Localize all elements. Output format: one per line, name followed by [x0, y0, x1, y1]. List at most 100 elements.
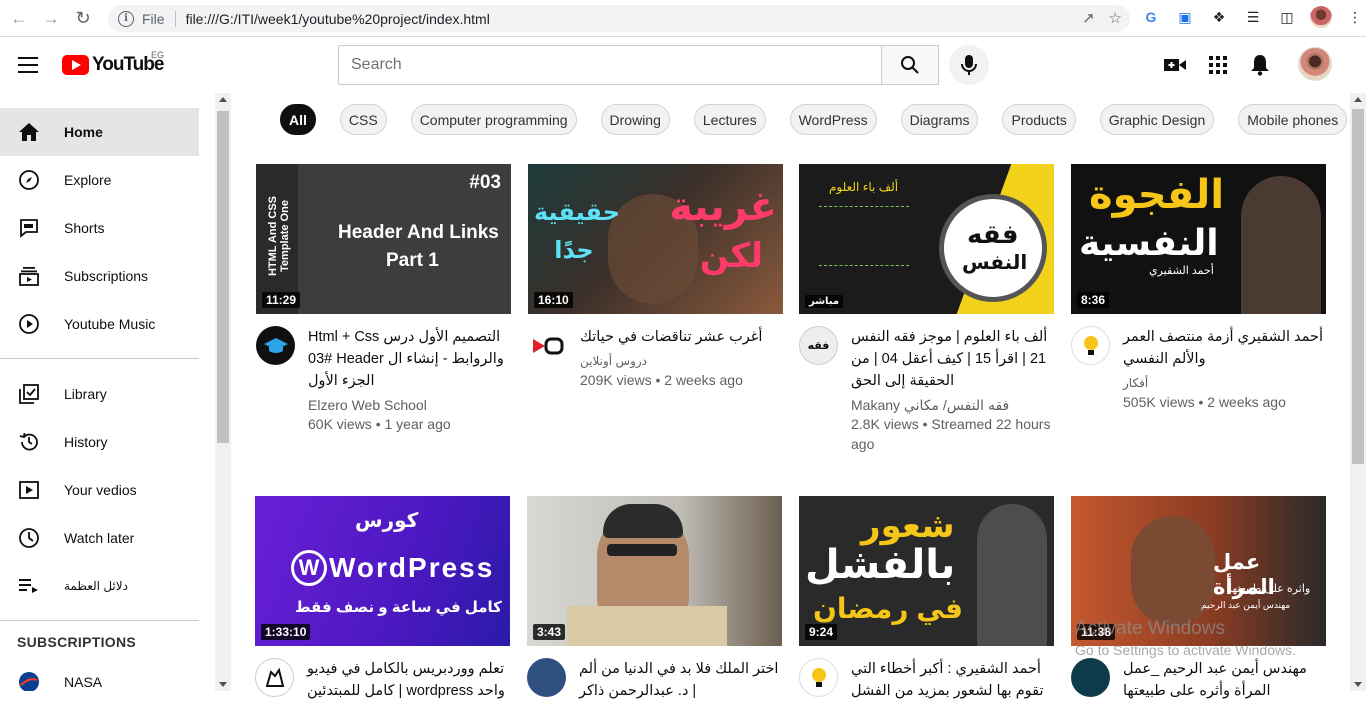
chip-products[interactable]: Products [1002, 104, 1076, 135]
chip-mobile-phones[interactable]: Mobile phones [1238, 104, 1348, 135]
video-card[interactable]: HTML And CSS Template One #03 Header And… [256, 164, 511, 434]
thumbnail-tagline: كامل في ساعة و نصف فقط [295, 599, 502, 616]
search-field[interactable] [338, 45, 882, 85]
filter-chips-bar: All CSS Computer programming Drowing Lec… [280, 104, 1361, 135]
sidebar-item-history[interactable]: History [0, 418, 199, 466]
address-bar[interactable]: i File file:///G:/ITI/week1/youtube%20pr… [108, 5, 1130, 32]
video-title[interactable]: Html + Css التصميم الأول درس #03 Header … [308, 326, 513, 392]
video-card[interactable]: الفجوة النفسية أحمد الشقيري 8:36 أحمد ال… [1071, 164, 1326, 412]
scroll-down-arrow-icon[interactable] [1354, 682, 1362, 687]
video-thumbnail[interactable]: HTML And CSS Template One #03 Header And… [256, 164, 511, 314]
browser-menu-icon[interactable]: ⋮ [1344, 6, 1366, 28]
channel-avatar[interactable] [1071, 658, 1110, 697]
video-title[interactable]: أحمد الشقيري أزمة منتصف العمر والألم الن… [1123, 326, 1328, 370]
sidebar-item-watch-later[interactable]: Watch later [0, 514, 199, 562]
youtube-logo[interactable]: YouTube EG [62, 50, 164, 76]
video-thumbnail[interactable]: 3:43 [527, 496, 782, 646]
chip-lectures[interactable]: Lectures [693, 104, 766, 135]
wordpress-logo-icon: W [291, 550, 327, 586]
scroll-up-arrow-icon[interactable] [219, 97, 227, 102]
subscriptions-heading: SUBSCRIPTIONS [17, 634, 137, 650]
video-card[interactable]: شعور بالفشل في رمضان 9:24 أحمد الشقيري :… [799, 496, 1054, 702]
sidebar-item-explore[interactable]: Explore [0, 156, 199, 204]
user-avatar[interactable] [1298, 47, 1332, 81]
video-thumbnail[interactable]: فقه النفس ألف باء العلوم مباشر [799, 164, 1054, 314]
sidebar-item-subscriptions[interactable]: Subscriptions [0, 252, 199, 300]
video-thumbnail[interactable]: الفجوة النفسية أحمد الشقيري 8:36 [1071, 164, 1326, 314]
video-stats: 2.8K views • Streamed 22 hours ago [851, 416, 1051, 452]
history-icon [18, 431, 40, 453]
home-icon [18, 121, 40, 143]
video-title[interactable]: أحمد الشقيري : أكبر أخطاء التي تقوم بها … [851, 658, 1056, 702]
youtube-play-icon [62, 55, 89, 75]
video-title[interactable]: أغرب عشر تناقضات في حياتك [580, 326, 785, 348]
channel-name[interactable]: Elzero Web School [308, 396, 513, 414]
sidebar-item-playlist[interactable]: دلائل العظمة [0, 562, 199, 610]
video-card[interactable]: 3:43 اختر الملك فلا بد في الدنيا من ألم … [527, 496, 782, 702]
channel-avatar[interactable] [256, 326, 295, 365]
video-card[interactable]: غريبة لكن حقيقية جدًا 16:10 أغرب عشر تنا… [528, 164, 783, 390]
sidebar-scrollbar-thumb[interactable] [217, 111, 229, 443]
bookmark-star-icon[interactable]: ☆ [1109, 9, 1122, 27]
channel-name[interactable]: Makany فقه النفس/ مكاني [851, 396, 1056, 414]
chip-drowing[interactable]: Drowing [600, 104, 670, 135]
video-thumbnail[interactable]: كورس W WordPress كامل في ساعة و نصف فقط … [255, 496, 510, 646]
scroll-down-arrow-icon[interactable] [219, 682, 227, 687]
main-scrollbar-thumb[interactable] [1352, 109, 1364, 464]
sidebar-item-label: Subscriptions [64, 268, 149, 284]
notifications-bell-icon[interactable] [1250, 54, 1270, 76]
hamburger-menu-icon[interactable] [18, 57, 38, 73]
info-icon[interactable]: i [118, 10, 134, 27]
channel-name[interactable]: دروس أونلاين [580, 352, 785, 370]
video-card[interactable]: فقه النفس ألف باء العلوم مباشر فقه ألف ب… [799, 164, 1054, 454]
forward-arrow-icon[interactable]: → [38, 5, 64, 31]
video-duration: 1:33:10 [261, 624, 311, 640]
back-arrow-icon[interactable]: ← [6, 5, 32, 31]
search-input[interactable] [351, 56, 882, 74]
chip-diagrams[interactable]: Diagrams [900, 104, 979, 135]
search-button[interactable] [881, 45, 939, 85]
side-panel-icon[interactable]: ◫ [1276, 6, 1298, 28]
microphone-icon [961, 55, 977, 75]
reload-icon[interactable]: ↻ [70, 5, 96, 31]
channel-avatar[interactable] [528, 326, 567, 365]
apps-grid-icon[interactable] [1209, 56, 1227, 74]
video-title[interactable]: اختر الملك فلا بد في الدنيا من ألم | د. … [579, 658, 784, 702]
voice-search-button[interactable] [949, 45, 989, 85]
sidebar-item-shorts[interactable]: Shorts [0, 204, 199, 252]
chip-css[interactable]: CSS [339, 104, 387, 135]
translate-extension-icon[interactable]: G [1140, 6, 1162, 28]
sidebar-item-home[interactable]: Home [0, 108, 199, 156]
media-queue-icon[interactable]: ☰ [1242, 6, 1264, 28]
extensions-puzzle-icon[interactable]: ❖ [1208, 6, 1230, 28]
channel-avatar[interactable] [1071, 326, 1110, 365]
create-video-icon[interactable] [1164, 57, 1186, 73]
main-scrollbar[interactable] [1350, 93, 1366, 691]
channel-avatar[interactable] [255, 658, 294, 697]
chip-wordpress[interactable]: WordPress [789, 104, 877, 135]
browser-profile-avatar[interactable] [1310, 6, 1332, 28]
subscription-nasa[interactable]: NASA [0, 658, 199, 691]
video-card[interactable]: عمل المرأة واثره على طبيعتها مهندس أيمن … [1071, 496, 1326, 702]
video-thumbnail[interactable]: شعور بالفشل في رمضان 9:24 [799, 496, 1054, 646]
chip-all[interactable]: All [280, 104, 316, 135]
channel-avatar[interactable]: فقه [799, 326, 838, 365]
video-thumbnail[interactable]: غريبة لكن حقيقية جدًا 16:10 [528, 164, 783, 314]
sidebar-item-youtube-music[interactable]: Youtube Music [0, 300, 199, 348]
url-text[interactable]: file:///G:/ITI/week1/youtube%20project/i… [186, 11, 490, 27]
scroll-up-arrow-icon[interactable] [1354, 97, 1362, 102]
cast-extension-icon[interactable]: ▣ [1174, 6, 1196, 28]
video-title[interactable]: ألف باء العلوم | موجز فقه النفس 21 | اقر… [851, 326, 1056, 392]
sidebar-scrollbar[interactable] [215, 93, 231, 691]
channel-name[interactable]: أفكار [1123, 374, 1328, 392]
chip-computer-programming[interactable]: Computer programming [410, 104, 577, 135]
chip-graphic-design[interactable]: Graphic Design [1099, 104, 1215, 135]
share-icon[interactable]: ↗ [1082, 9, 1095, 27]
video-card[interactable]: كورس W WordPress كامل في ساعة و نصف فقط … [255, 496, 510, 702]
video-title[interactable]: تعلم ووردبريس بالكامل في فيديو واحد word… [307, 658, 512, 702]
video-title[interactable]: مهندس أيمن عبد الرحيم _عمل المرأة وأثره … [1123, 658, 1328, 702]
sidebar-item-your-videos[interactable]: Your vedios [0, 466, 199, 514]
channel-avatar[interactable] [799, 658, 838, 697]
channel-avatar[interactable] [527, 658, 566, 697]
sidebar-item-library[interactable]: Library [0, 370, 199, 418]
